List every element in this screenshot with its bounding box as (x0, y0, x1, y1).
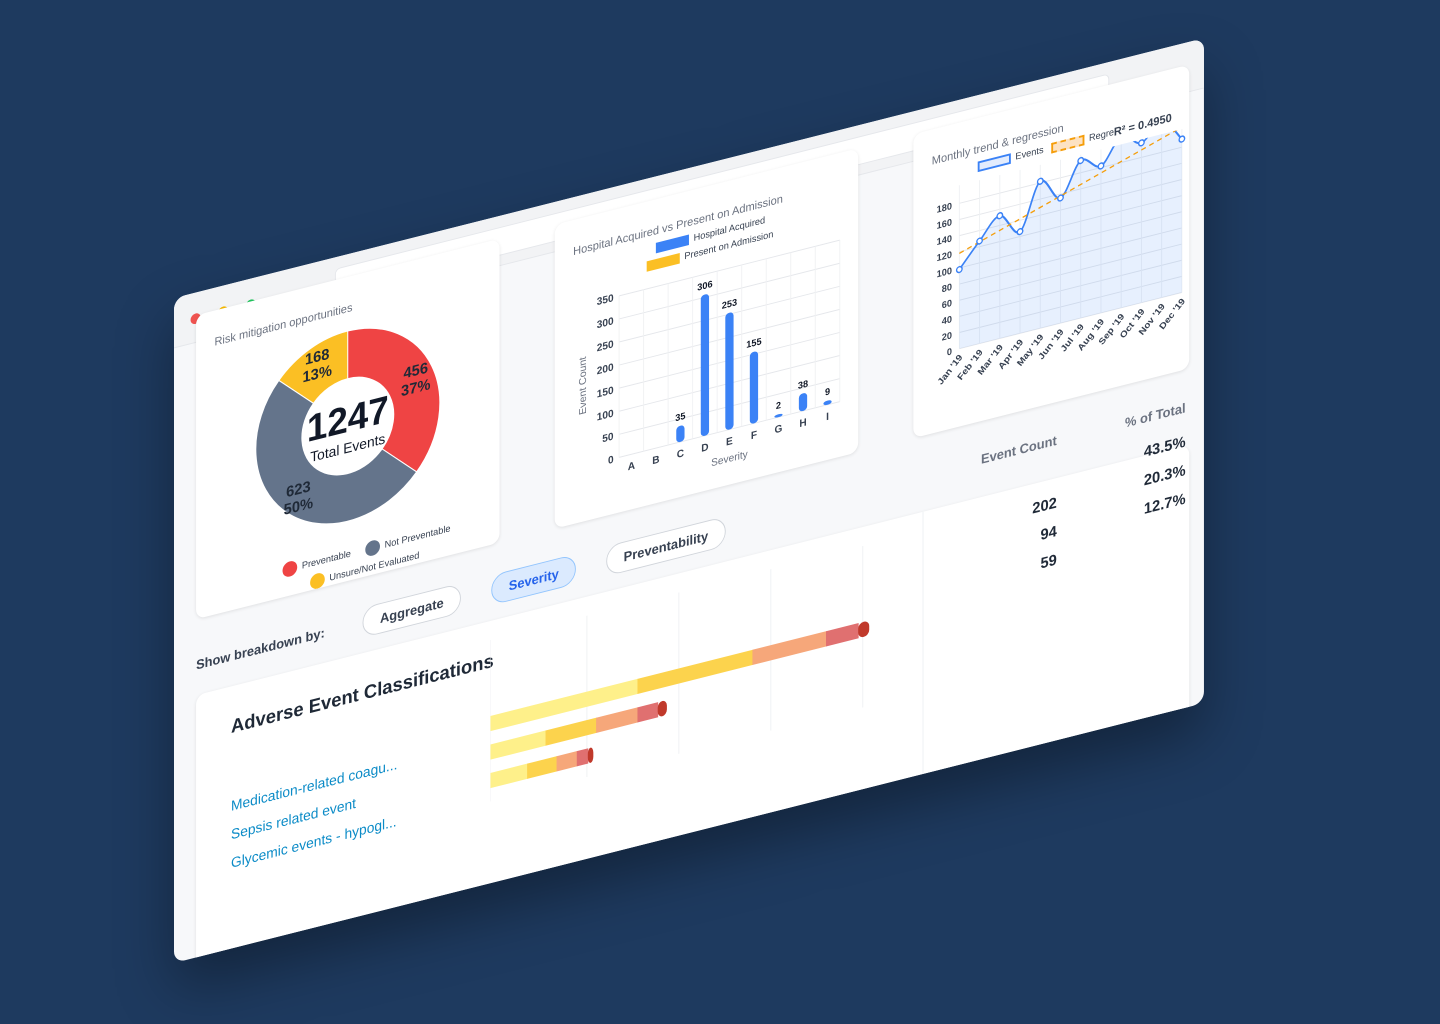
class-bar-segment (490, 730, 546, 760)
legend-swatch-icon (282, 559, 298, 579)
stage: Risk mitigation opportunities 168 13% 456 3… (0, 0, 1440, 1024)
bar-x-tick-label: H (799, 417, 806, 430)
legend-swatch-icon (655, 234, 689, 254)
line-y-tick-label: 20 (942, 330, 952, 344)
bar-y-tick-label: 300 (597, 316, 614, 331)
bar-x-tick-label: F (751, 430, 757, 443)
browser-window: Risk mitigation opportunities 168 13% 456 3… (174, 38, 1204, 964)
class-bar-segment (527, 756, 558, 779)
bar-e (725, 312, 734, 430)
bar-d (700, 294, 710, 436)
bar-gridline (619, 262, 840, 320)
event-count-header[interactable]: Event Count (928, 432, 1057, 480)
class-bar-segment (576, 748, 589, 767)
line-y-tick-label: 80 (942, 282, 952, 296)
line-y-tick-label: 160 (937, 217, 952, 232)
line-y-tick-label: 60 (942, 298, 952, 312)
monthly-line-chart: 020406080100120140160180Jan '19Feb '19Ma… (936, 127, 1188, 387)
line-y-tick-label: 120 (937, 249, 952, 264)
class-bar-segment (858, 621, 870, 638)
bar-x-axis-label: Severity (711, 449, 748, 469)
class-bar-segment (596, 707, 638, 733)
bar-c (676, 425, 685, 443)
bar-x-tick-label: C (677, 448, 685, 461)
line-y-tick-label: 140 (937, 233, 952, 248)
class-bar-segment (545, 717, 597, 746)
bar-y-tick-label: 150 (597, 385, 614, 400)
legend-swatch-icon (310, 571, 325, 591)
classifications-title: Adverse Event Classifications (231, 650, 494, 738)
breakdown-label: Show breakdown by: (196, 624, 325, 673)
bar-value-label: 35 (675, 411, 686, 425)
donut-chart: 16813% 45637%62350%1247Total Events (255, 327, 441, 525)
bar-y-tick-label: 50 (602, 431, 613, 445)
bar-value-label: 9 (825, 386, 830, 398)
class-bar-segment (587, 747, 594, 763)
class-bar-segment (490, 763, 528, 789)
bar-value-label: 155 (746, 336, 762, 351)
bar-y-tick-label: 350 (597, 293, 614, 308)
bar-value-label: 2 (776, 400, 781, 412)
bar-value-label: 306 (697, 279, 712, 294)
class-bar-segment (637, 649, 753, 695)
class-bar-segment (657, 700, 667, 717)
bar-y-axis-label: Event Count (578, 355, 589, 415)
legend-swatch-icon (977, 153, 1011, 173)
bar-value-label: 253 (722, 297, 737, 312)
legend-label: Events (1015, 145, 1044, 163)
line-y-tick-label: 40 (942, 314, 952, 328)
bar-x-tick-label: D (701, 442, 709, 455)
table-divider (922, 511, 924, 797)
bar-f (749, 351, 759, 424)
severity-bar-chart: 0 50 100 150 200 250 300 350 A B 35 C 306 D 253 E 155 F 2 G… (578, 239, 841, 473)
bar-y-tick-label: 0 (608, 455, 614, 467)
class-bar-segment (825, 623, 859, 647)
bar-x-tick-label: I (826, 412, 829, 424)
bar-x-tick-label: A (628, 460, 636, 473)
bar-y-tick-label: 100 (597, 408, 614, 423)
legend-swatch-icon (646, 252, 680, 272)
breakdown-severity-button[interactable]: Severity (491, 553, 577, 606)
line-y-tick-label: 180 (937, 201, 952, 216)
bar-y-tick-label: 250 (597, 339, 614, 354)
bar-x-tick-label: E (726, 436, 733, 449)
class-bar-segment (752, 631, 827, 666)
bar-h (798, 393, 808, 412)
legend-label: Not Preventable (384, 523, 451, 551)
bar-y-tick-label: 200 (597, 362, 614, 377)
bar-value-label: 38 (798, 378, 808, 392)
bar-x-tick-label: B (652, 454, 660, 467)
class-bar-segment (637, 702, 659, 723)
line-y-tick-label: 100 (937, 266, 952, 281)
bar-x-tick-label: G (775, 423, 783, 436)
class-bar-segment (556, 751, 578, 772)
legend-label: Regre (1089, 127, 1115, 145)
breakdown-aggregate-button[interactable]: Aggregate (362, 582, 462, 639)
legend-swatch-icon (1051, 134, 1085, 154)
legend-swatch-icon (365, 538, 380, 558)
line-y-tick-label: 0 (947, 346, 952, 358)
